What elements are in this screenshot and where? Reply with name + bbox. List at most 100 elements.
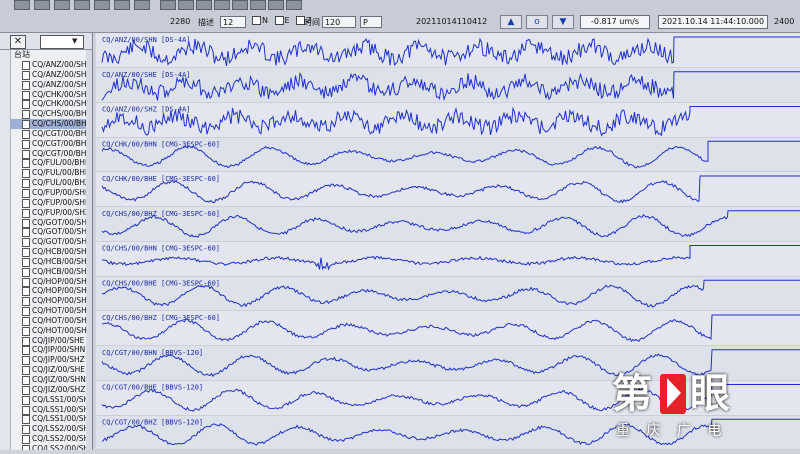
trace-label: CQ/CHK/00/BHE [CMG-3ESPC-60] (102, 175, 220, 183)
layers-icon[interactable] (232, 0, 248, 10)
station-list-item[interactable]: CQ/LSS2/00/SHE (10, 424, 92, 435)
station-list-item[interactable]: CQ/LSS2/00/SHZ (10, 444, 92, 450)
gain-select[interactable]: 12 (220, 16, 246, 28)
check-n-box[interactable] (252, 16, 261, 25)
marker-icon[interactable] (214, 0, 230, 10)
scale-reset-button[interactable]: o (526, 15, 548, 29)
station-list-item[interactable]: CQ/ANZ/00/SHE (10, 60, 92, 70)
file-icon (22, 129, 30, 139)
station-item-label: CQ/HOT/00/SHZ (32, 325, 92, 335)
station-list-item[interactable]: CQ/LSS1/00/SHN (10, 405, 92, 415)
station-list-item[interactable]: CQ/HOT/00/SHE (10, 306, 92, 317)
scale-up-button[interactable]: ▲ (500, 15, 522, 29)
filter-icon[interactable] (94, 0, 110, 10)
station-sidebar: ✕ ▼ 台站 CQ/ANZ/00/SHE CQ/ANZ/00/SHN CQ/ANZ/… (0, 33, 93, 450)
station-item-label: CQ/JIP/00/SHN (32, 345, 86, 355)
station-list-item[interactable]: CQ/HCB/00/SHE (10, 247, 92, 258)
station-list-item[interactable]: CQ/JIZ/00/SHE (10, 365, 92, 376)
settings-icon[interactable] (286, 0, 302, 10)
folder-icon[interactable] (54, 0, 70, 10)
station-list-item[interactable]: CQ/FUP/00/SHZ (10, 208, 92, 218)
print-icon[interactable] (74, 0, 90, 10)
file-icon (22, 366, 30, 376)
station-list-item[interactable]: CQ/HOP/00/SHN (10, 286, 92, 297)
station-filter-select[interactable] (40, 35, 84, 49)
station-list-item[interactable]: CQ/CGT/00/BHZ (10, 149, 92, 159)
station-list-item[interactable]: CQ/LSS2/00/SHN (10, 434, 92, 445)
station-list-item[interactable]: CQ/JIP/00/SHN (10, 345, 92, 356)
station-list-item[interactable]: CQ/CGT/00/BHE (10, 129, 92, 139)
station-list-item[interactable]: CQ/JIP/00/SHZ (10, 355, 92, 366)
station-list-item[interactable]: CQ/GOT/00/SHN (10, 227, 93, 238)
station-list-item[interactable]: CQ/JIZ/00/SHN (10, 375, 92, 385)
sidebar-scrollbar[interactable] (86, 50, 92, 450)
station-list-item[interactable]: CQ/ANZ/00/SHN (10, 70, 92, 80)
station-list-item[interactable]: CQ/JIP/00/SHE (10, 336, 92, 346)
station-list-item[interactable]: CQ/HOT/00/SHN (10, 316, 92, 326)
station-item-label: CQ/HCB/00/SHN (32, 256, 93, 266)
station-list-item[interactable]: CQ/CGT/00/BHN (10, 139, 92, 149)
station-list-item[interactable]: CQ/LSS1/00/SHE (10, 395, 92, 405)
station-item-label: CQ/FUL/00/BHN (32, 168, 91, 178)
station-list-item[interactable]: CQ/CHK/00/SHE (10, 90, 92, 100)
station-list-item[interactable]: CQ/JIZ/00/SHZ (10, 385, 92, 395)
station-list-item[interactable]: CQ/FUL/00/BHZ (10, 178, 92, 189)
play-icon[interactable] (268, 0, 284, 10)
station-list-item[interactable]: CQ/CHS/00/BHE (10, 109, 92, 120)
station-item-label: CQ/HCB/00/SHE (32, 247, 92, 257)
file-icon (22, 120, 30, 130)
station-list-item[interactable]: CQ/LSS1/00/SHZ (10, 414, 92, 425)
close-icon[interactable]: ✕ (10, 35, 26, 49)
station-item-label: CQ/HOT/00/SHE (32, 306, 92, 316)
count-left: 2280 (170, 17, 191, 26)
mode-select[interactable]: P (360, 16, 382, 28)
file-icon (22, 257, 30, 267)
station-item-label: CQ/GOT/00/SHN (32, 227, 93, 237)
forward-icon[interactable] (134, 0, 150, 10)
station-list-item[interactable]: CQ/FUP/00/SHN (10, 198, 92, 208)
zoom-in-icon[interactable] (160, 0, 176, 10)
datetime-readout: 2021.10.14 11:44:10.000 (658, 15, 768, 29)
refresh-icon[interactable] (196, 0, 212, 10)
logo-char-2: 眼 (690, 371, 730, 417)
station-list-item[interactable]: CQ/HCB/00/SHZ (10, 267, 92, 277)
play-icon-logo (667, 378, 681, 408)
station-list-item[interactable]: CQ/ANZ/00/SHZ (10, 80, 92, 90)
trace-label: CQ/CGT/00/BHN [BBVS-120] (102, 349, 203, 357)
gain-label: 描述 (198, 18, 214, 27)
station-list-item[interactable]: CQ/FUL/00/BHE (10, 158, 92, 169)
file-icon (22, 435, 30, 445)
file-icon (22, 425, 30, 435)
station-list-item[interactable]: CQ/HOP/00/SHE (10, 277, 92, 287)
zoom-out-icon[interactable] (178, 0, 194, 10)
save-icon[interactable] (34, 0, 50, 10)
trace-label: CQ/ANZ/00/SHN [DS-4A] (102, 36, 191, 44)
station-list-item[interactable]: CQ/HCB/00/SHN (10, 257, 92, 267)
station-tree: 台站 CQ/ANZ/00/SHE CQ/ANZ/00/SHN CQ/ANZ/00/S… (10, 50, 92, 450)
time-select[interactable]: 120 (322, 16, 356, 28)
trace-label: CQ/CHS/00/BHN [CMG-3ESPC-60] (102, 245, 220, 253)
station-list-item[interactable]: CQ/HOT/00/SHZ (10, 326, 92, 336)
stop-icon[interactable] (250, 0, 266, 10)
station-list-item[interactable]: CQ/GOT/00/SHE (10, 218, 92, 228)
chevron-down-icon[interactable]: ▼ (72, 37, 77, 45)
station-item-label: CQ/CGT/00/BHN (32, 138, 93, 148)
station-list-item[interactable]: CQ/HOP/00/SHZ (10, 296, 92, 307)
check-e-box[interactable] (274, 16, 284, 25)
file-icon (22, 90, 30, 100)
station-list-item[interactable]: CQ/CHK/00/SHN (10, 99, 92, 110)
station-item-label: CQ/LSS2/00/SHZ (32, 443, 93, 450)
back-icon[interactable] (114, 0, 130, 10)
station-list-item[interactable]: CQ/CHS/00/BHN (10, 119, 92, 130)
file-icon (22, 248, 30, 258)
station-list-item[interactable]: CQ/FUL/00/BHN (10, 168, 92, 179)
file-icon (22, 346, 30, 356)
file-icon (22, 139, 30, 149)
open-icon[interactable] (14, 0, 30, 10)
file-icon (22, 297, 30, 307)
station-list-item[interactable]: CQ/FUP/00/SHE (10, 188, 92, 198)
channel-checks: N E Z (248, 16, 312, 25)
station-list-item[interactable]: CQ/GOT/00/SHZ (10, 237, 92, 248)
station-item-label: CQ/CHS/00/BHE (32, 109, 92, 119)
scale-down-button[interactable]: ▼ (552, 15, 574, 29)
